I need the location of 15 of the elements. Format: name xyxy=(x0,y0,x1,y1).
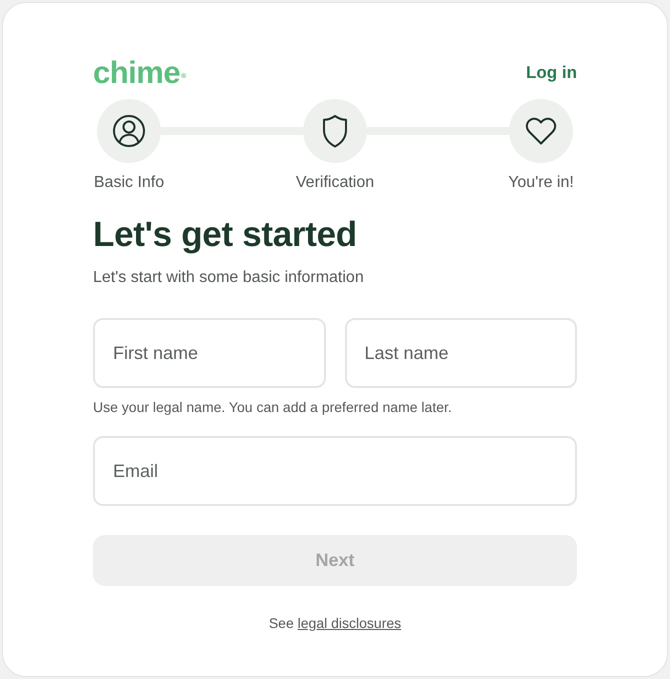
person-icon xyxy=(97,99,161,163)
step-label: You're in! xyxy=(508,173,574,193)
page-subtitle: Let's start with some basic information xyxy=(93,268,365,288)
email-field[interactable]: Email xyxy=(93,436,577,506)
step-label: Basic Info xyxy=(94,173,164,193)
name-hint: Use your legal name. You can add a preferred name later. xyxy=(93,398,453,416)
shield-icon xyxy=(303,99,367,163)
step-label: Verification xyxy=(296,173,374,193)
brand-logo: chime$^{®}$ xyxy=(93,56,186,90)
legal-note: See legal disclosures xyxy=(268,614,402,632)
page-heading: Let's get started xyxy=(93,214,358,256)
legal-disclosures-link[interactable]: legal disclosures xyxy=(298,615,402,631)
login-link[interactable]: Log in xyxy=(526,62,577,84)
first-name-field[interactable]: First name xyxy=(93,318,326,388)
last-name-field[interactable]: Last name xyxy=(344,318,577,388)
